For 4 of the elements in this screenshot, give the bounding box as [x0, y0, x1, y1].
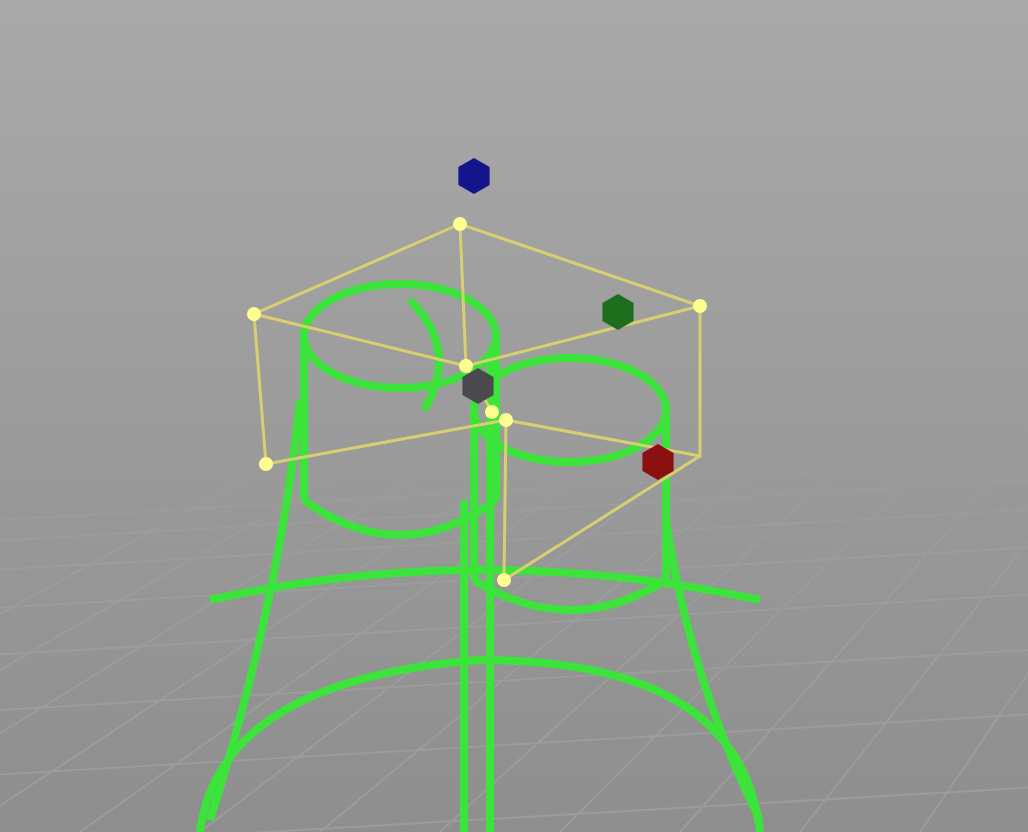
- handle-icon[interactable]: [642, 444, 674, 480]
- handle-icon[interactable]: [462, 368, 494, 404]
- handle-icon[interactable]: [458, 158, 490, 194]
- handle-icon[interactable]: [602, 294, 634, 330]
